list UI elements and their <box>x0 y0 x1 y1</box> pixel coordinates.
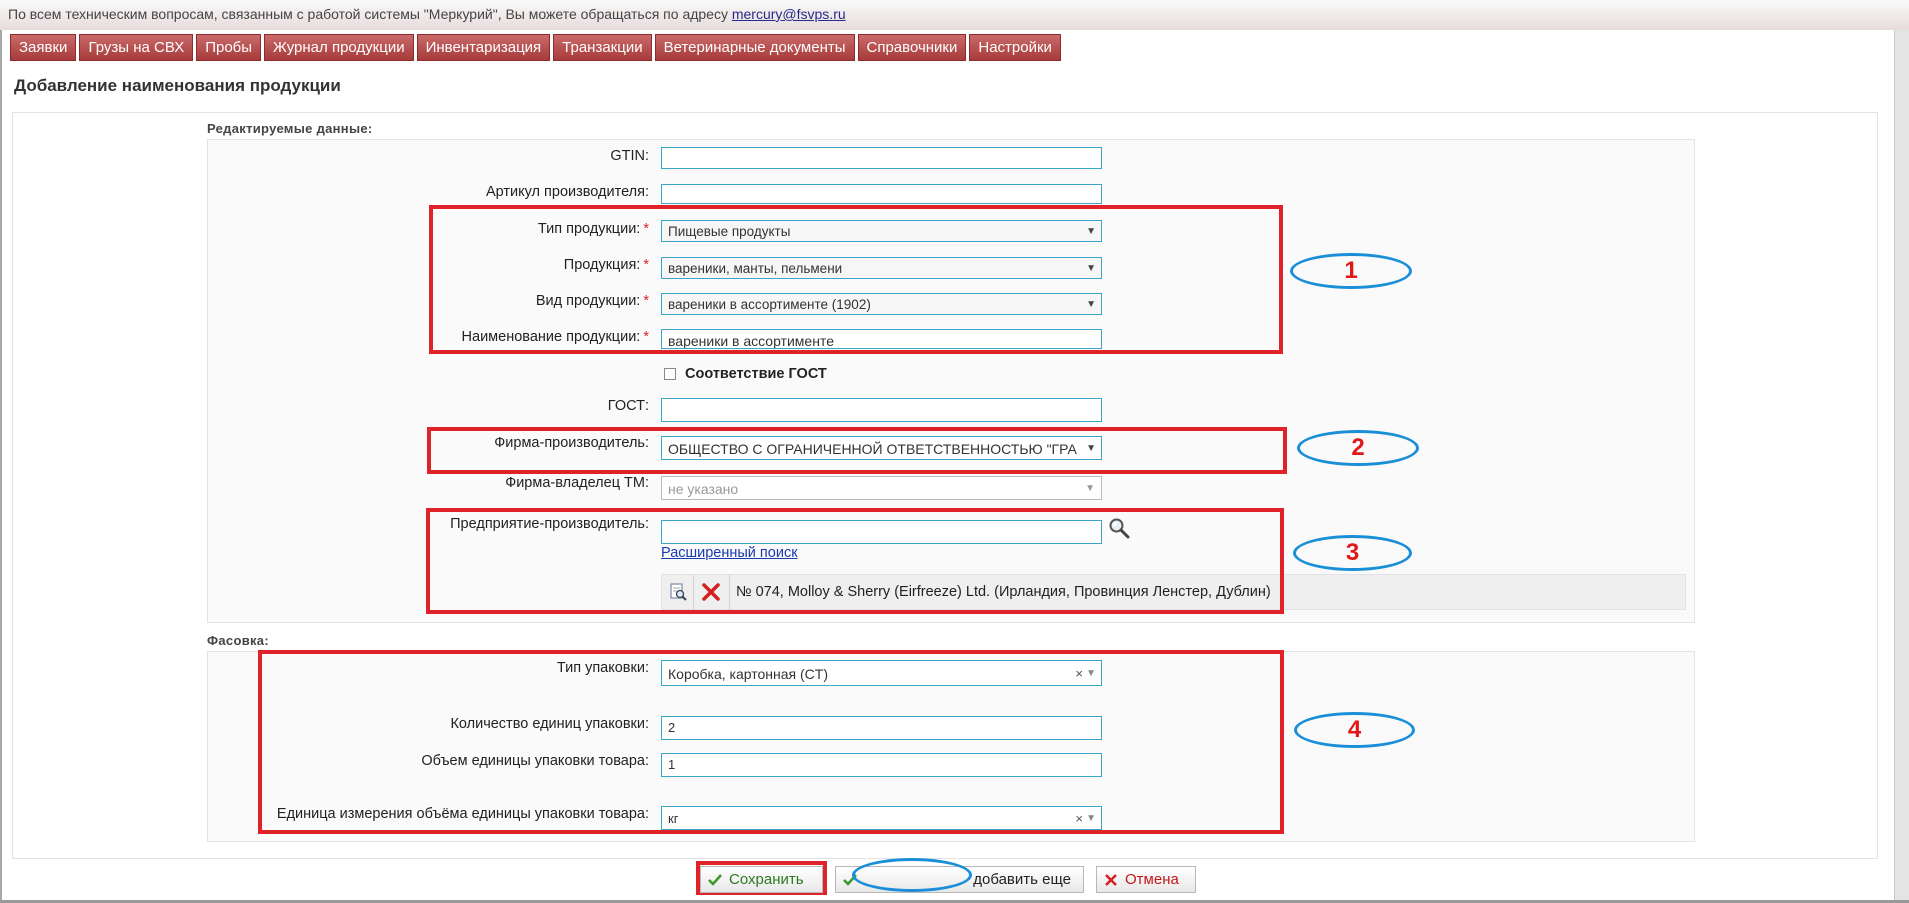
annotation-number: 3 <box>1345 539 1360 566</box>
gost-checkbox[interactable] <box>664 368 676 380</box>
annotation-oval-4: 4 <box>1294 712 1415 748</box>
save-button-label: Сохранить <box>729 871 804 888</box>
checkmark-icon <box>708 874 722 886</box>
gtin-label: GTIN: <box>610 148 649 164</box>
gost-checkbox-label[interactable]: Соответствие ГОСТ <box>685 366 827 382</box>
tm-owner-value: не указано <box>668 481 739 497</box>
menu-item-product-journal[interactable]: Журнал продукции <box>264 34 414 61</box>
gost-label: ГОСТ: <box>608 398 649 414</box>
annotation-number: 1 <box>1344 257 1358 284</box>
window-left-edge <box>0 30 2 903</box>
section-label-editable: Редактируемые данные: <box>207 121 373 136</box>
annotation-oval-2: 2 <box>1297 430 1419 466</box>
cancel-x-icon <box>1105 874 1117 886</box>
menu-item-requests[interactable]: Заявки <box>10 34 77 61</box>
scrollbar[interactable] <box>1894 30 1909 903</box>
annotation-box-3 <box>426 508 1284 614</box>
save-add-button-label: добавить еще <box>973 871 1071 888</box>
info-text: По всем техническим вопросам, связанным … <box>8 0 846 28</box>
annotation-oval-3: 3 <box>1293 535 1412 571</box>
annotation-box-2 <box>427 427 1287 474</box>
annotation-number: 4 <box>1347 716 1362 743</box>
article-label: Артикул производителя: <box>486 184 649 200</box>
annotation-oval-1: 1 <box>1290 253 1412 289</box>
article-label-text: Артикул производителя: <box>485 184 649 200</box>
menu-item-vet-documents[interactable]: Ветеринарные документы <box>654 34 855 61</box>
main-menu: Заявки Грузы на СВХ Пробы Журнал продукц… <box>10 34 1061 61</box>
cancel-button-label: Отмена <box>1125 871 1179 888</box>
gost-input[interactable] <box>661 398 1102 422</box>
tm-owner-label: Фирма-владелец ТМ: <box>505 475 649 491</box>
annotation-oval-5 <box>852 858 972 892</box>
annotation-box-1 <box>429 205 1283 354</box>
menu-item-transactions[interactable]: Транзакции <box>553 34 652 61</box>
section-label-packaging: Фасовка: <box>207 633 269 648</box>
support-email-link[interactable]: mercury@fsvps.ru <box>732 6 846 22</box>
annotation-number: 2 <box>1351 434 1365 461</box>
menu-item-samples[interactable]: Пробы <box>196 34 262 61</box>
tm-owner-label-text: Фирма-владелец ТМ: <box>505 475 649 491</box>
page-title: Добавление наименования продукции <box>14 76 341 95</box>
annotation-box-4 <box>258 650 1284 834</box>
info-bar: По всем техническим вопросам, связанным … <box>0 0 1909 30</box>
tm-owner-select[interactable]: не указано ▼ <box>661 476 1102 500</box>
dropdown-arrow-icon[interactable]: ▼ <box>1085 477 1095 499</box>
info-message: По всем техническим вопросам, связанным … <box>8 6 728 22</box>
gtin-label-text: GTIN: <box>610 148 649 164</box>
menu-item-directories[interactable]: Справочники <box>857 34 967 61</box>
gtin-input[interactable] <box>661 147 1102 169</box>
cancel-button[interactable]: Отмена <box>1096 866 1196 893</box>
menu-item-inventory[interactable]: Инвентаризация <box>416 34 551 61</box>
menu-item-settings[interactable]: Настройки <box>969 34 1061 61</box>
menu-item-svh-cargo[interactable]: Грузы на СВХ <box>79 34 194 61</box>
save-button[interactable]: Сохранить <box>700 866 823 893</box>
article-input[interactable] <box>661 184 1102 204</box>
gost-label-text: ГОСТ: <box>607 398 649 414</box>
